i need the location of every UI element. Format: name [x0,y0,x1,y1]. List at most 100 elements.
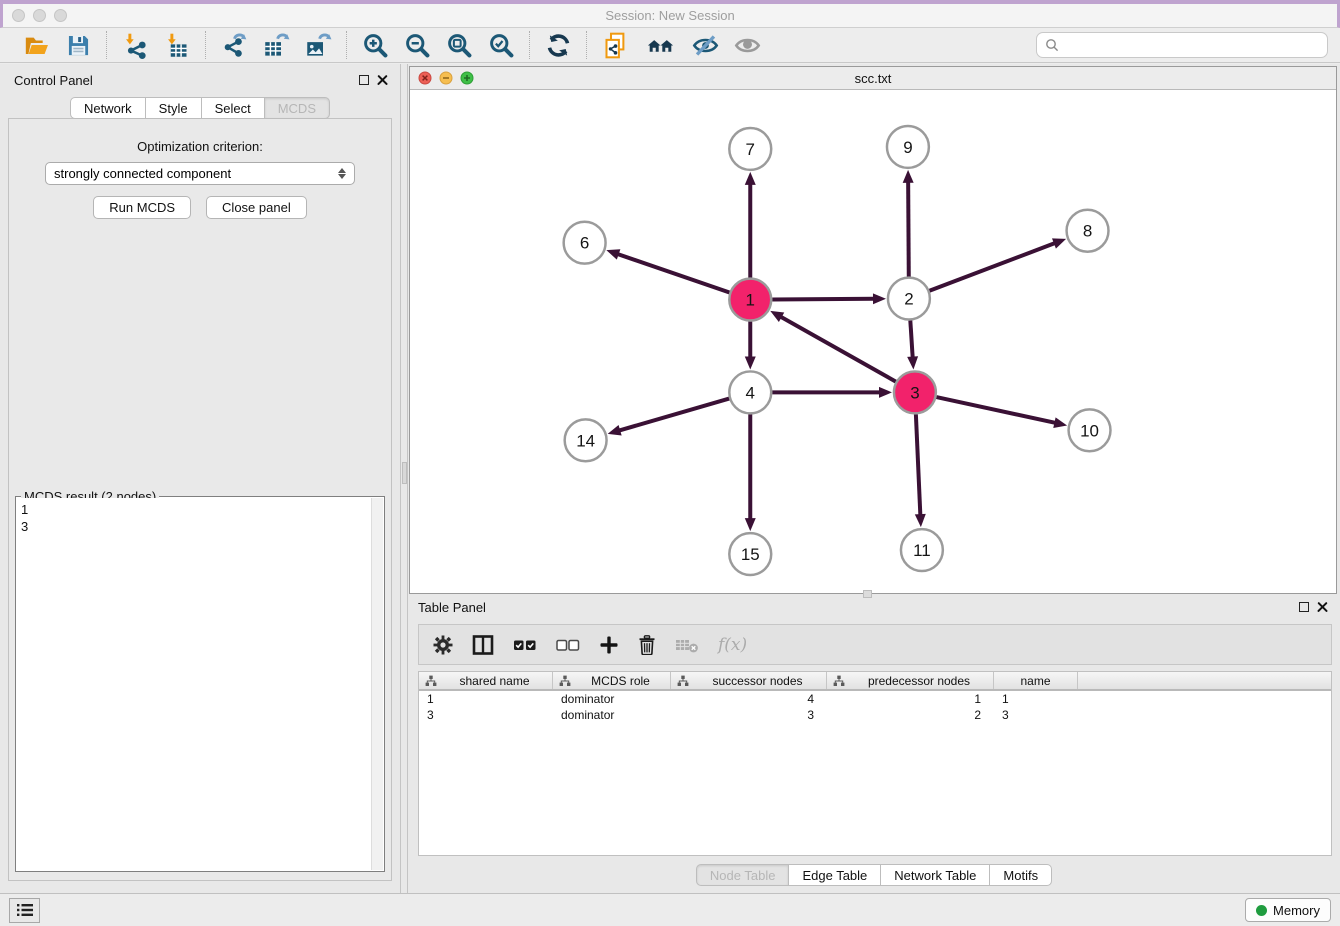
cell-predecessor-nodes[interactable]: 1 [827,692,994,706]
graph-edge-4-15[interactable] [745,414,756,531]
network-title: scc.txt [410,71,1336,86]
import-table-icon[interactable] [162,30,192,60]
graph-node-15[interactable]: 15 [729,533,771,575]
graph-node-14[interactable]: 14 [565,419,607,461]
result-scrollbar[interactable] [371,498,383,870]
graph-edge-4-14[interactable] [608,399,730,436]
graph-node-11[interactable]: 11 [901,529,943,571]
close-panel-button[interactable]: Close panel [206,196,307,219]
graph-edge-3-10[interactable] [936,397,1067,428]
graph-edge-3-11[interactable] [915,414,926,527]
graph-edge-1-7[interactable] [745,172,756,278]
graph-node-label: 7 [746,140,755,159]
graph-node-3[interactable]: 3 [894,371,936,413]
delete-row-trash-icon[interactable] [638,635,656,655]
unselect-all-icon[interactable] [556,638,580,652]
graph-node-1[interactable]: 1 [729,279,771,321]
mcds-result-text[interactable]: 1 3 [17,498,371,870]
task-history-button[interactable] [9,898,40,923]
run-mcds-button[interactable]: Run MCDS [93,196,191,219]
cell-name[interactable]: 3 [994,708,1078,722]
window-title: Session: New Session [3,8,1337,23]
graph-node-6[interactable]: 6 [564,222,606,264]
tab-network-table[interactable]: Network Table [880,864,990,886]
cell-successor-nodes[interactable]: 3 [671,708,827,722]
show-panels-eye-icon[interactable] [732,30,762,60]
tab-style[interactable]: Style [145,97,202,119]
tab-motifs[interactable]: Motifs [989,864,1052,886]
export-network-icon[interactable] [219,30,249,60]
table-row[interactable]: 1 dominator 4 1 1 [419,691,1331,707]
cell-shared-name[interactable]: 3 [419,708,553,722]
export-image-icon[interactable] [303,30,333,60]
column-header-predecessor-nodes[interactable]: predecessor nodes [827,672,994,689]
save-session-icon[interactable] [63,30,93,60]
search-field[interactable] [1036,32,1328,58]
network-view-window: scc.txt 7 9 6 8 1 2 4 3 14 10 15 11 [409,66,1337,594]
graph-edge-1-4[interactable] [745,322,756,370]
graph-edge-2-9[interactable] [903,170,914,277]
tab-edge-table[interactable]: Edge Table [788,864,881,886]
export-table-icon[interactable] [261,30,291,60]
hide-panels-eye-icon[interactable] [690,30,720,60]
cell-name[interactable]: 1 [994,692,1078,706]
graph-node-10[interactable]: 10 [1069,409,1111,451]
float-panel-icon[interactable] [359,75,369,85]
splitter-handle[interactable] [402,462,407,484]
panel-splitter-vertical[interactable] [400,64,408,893]
graph-node-label: 6 [580,234,589,253]
graph-node-label: 15 [741,545,760,564]
optimization-criterion-label: Optimization criterion: [9,139,391,154]
zoom-in-icon[interactable] [360,30,390,60]
apply-layout-icon[interactable] [543,30,573,60]
network-graph[interactable]: 7 9 6 8 1 2 4 3 14 10 15 11 [410,91,1336,593]
table-row[interactable]: 3 dominator 3 2 3 [419,707,1331,723]
memory-button[interactable]: Memory [1245,898,1331,922]
graph-node-9[interactable]: 9 [887,126,929,168]
criterion-select[interactable]: strongly connected component [45,162,355,185]
cell-mcds-role[interactable]: dominator [553,708,671,722]
column-header-name[interactable]: name [994,672,1078,689]
settings-gear-icon[interactable] [433,635,453,655]
graph-edge-1-6[interactable] [606,249,729,292]
zoom-out-icon[interactable] [402,30,432,60]
cell-predecessor-nodes[interactable]: 2 [827,708,994,722]
tab-select[interactable]: Select [201,97,265,119]
zoom-selected-icon[interactable] [486,30,516,60]
tab-node-table[interactable]: Node Table [696,864,790,886]
column-header-mcds-role[interactable]: MCDS role [553,672,671,689]
select-all-icon[interactable] [513,638,537,652]
delete-table-icon [675,636,699,654]
show-column-icon[interactable] [472,635,494,655]
graph-node-7[interactable]: 7 [729,128,771,170]
cell-successor-nodes[interactable]: 4 [671,692,827,706]
graph-edge-4-3[interactable] [772,387,892,398]
zoom-fit-icon[interactable] [444,30,474,60]
cell-shared-name[interactable]: 1 [419,692,553,706]
graph-node-2[interactable]: 2 [888,278,930,320]
cell-mcds-role[interactable]: dominator [553,692,671,706]
graph-edge-2-8[interactable] [929,238,1066,290]
close-panel-icon[interactable] [1317,602,1328,613]
add-row-icon[interactable] [599,635,619,655]
network-canvas[interactable]: 7 9 6 8 1 2 4 3 14 10 15 11 [410,91,1336,593]
column-header-successor-nodes[interactable]: successor nodes [671,672,827,689]
graph-edge-2-3[interactable] [907,321,918,370]
column-header-shared-name[interactable]: shared name [419,672,553,689]
float-panel-icon[interactable] [1299,602,1309,612]
graph-node-4[interactable]: 4 [729,371,771,413]
control-panel-tabs: Network Style Select MCDS [0,97,400,119]
home-pages-icon[interactable] [642,30,678,60]
tab-mcds[interactable]: MCDS [264,97,330,119]
graph-node-8[interactable]: 8 [1067,210,1109,252]
graph-edge-1-2[interactable] [772,293,886,304]
open-session-icon[interactable] [21,30,51,60]
tab-network[interactable]: Network [70,97,146,119]
graph-edge-3-1[interactable] [770,311,896,382]
search-input[interactable] [1065,38,1319,53]
clone-network-icon[interactable] [600,30,630,60]
close-panel-icon[interactable] [377,75,388,86]
network-window-titlebar[interactable]: scc.txt [410,67,1336,90]
import-network-icon[interactable] [120,30,150,60]
table-panel: Table Panel [408,595,1340,893]
